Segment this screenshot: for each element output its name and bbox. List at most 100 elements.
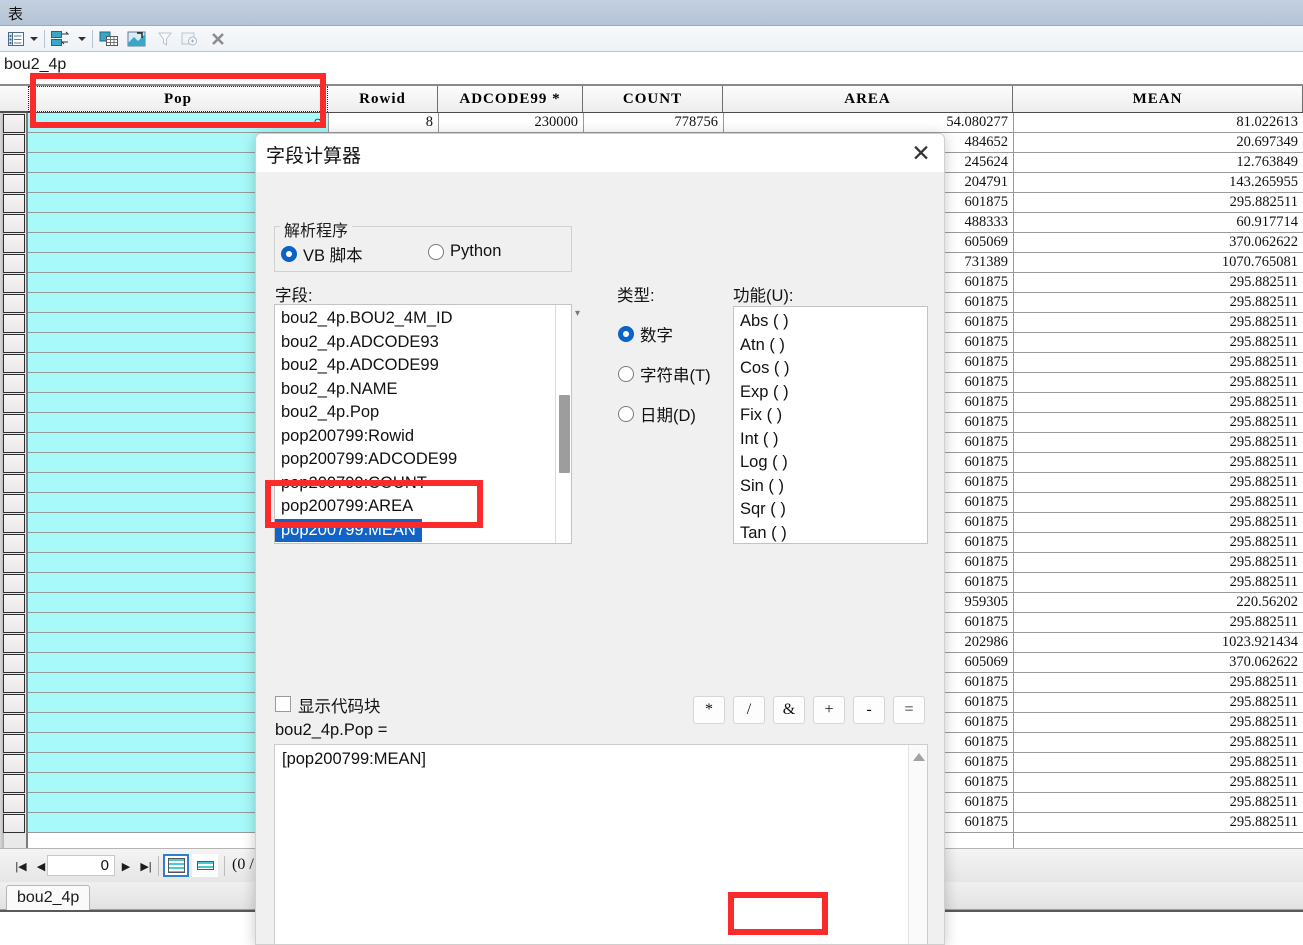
row-selector[interactable] (3, 754, 25, 773)
close-icon[interactable]: ✕ (904, 138, 938, 168)
row-selector[interactable] (3, 154, 25, 173)
table-options-chevron-down-icon[interactable] (30, 37, 38, 41)
field-item[interactable]: bou2_4p.Pop (275, 401, 553, 425)
function-item[interactable]: Log ( ) (734, 451, 927, 475)
field-item[interactable]: pop200799:AREA (275, 495, 553, 519)
table-cell[interactable]: 295.882511 (1013, 753, 1303, 773)
fields-listbox[interactable]: bou2_4p.BOU2_4M_ID bou2_4p.ADCODE93 bou2_4… (274, 304, 572, 544)
radio-type-number[interactable]: 数字 (618, 322, 673, 346)
radio-type-string[interactable]: 字符串(T) (618, 362, 711, 386)
row-selector[interactable] (3, 594, 25, 613)
row-selector[interactable] (3, 574, 25, 593)
table-cell[interactable]: 295.882511 (1013, 453, 1303, 473)
fields-scrollbar-thumb[interactable] (559, 395, 570, 473)
row-selector[interactable] (3, 774, 25, 793)
table-cell[interactable]: 81.022613 (1013, 113, 1303, 133)
select-by-attributes-icon[interactable] (98, 29, 120, 49)
radio-type-date[interactable]: 日期(D) (618, 402, 696, 426)
table-cell[interactable]: 143.265955 (1013, 173, 1303, 193)
row-selector[interactable] (3, 294, 25, 313)
table-cell[interactable]: ∩ (28, 113, 328, 133)
table-cell[interactable]: 295.882511 (1013, 713, 1303, 733)
row-selector[interactable] (3, 454, 25, 473)
table-cell[interactable]: 295.882511 (1013, 493, 1303, 513)
table-cell[interactable]: 295.882511 (1013, 353, 1303, 373)
column-header-mean[interactable]: MEAN (1013, 86, 1303, 112)
fields-scrollbar[interactable] (555, 305, 571, 543)
function-item[interactable]: Cos ( ) (734, 357, 927, 381)
field-item-selected[interactable]: pop200799:MEAN (275, 518, 422, 542)
expression-textarea[interactable]: [pop200799:MEAN] (274, 744, 928, 944)
row-selector[interactable] (3, 674, 25, 693)
table-cell[interactable]: 1070.765081 (1013, 253, 1303, 273)
row-selector[interactable] (3, 414, 25, 433)
row-selector[interactable] (3, 614, 25, 633)
row-selector[interactable] (3, 374, 25, 393)
table-cell[interactable]: 295.882511 (1013, 553, 1303, 573)
row-selector[interactable] (3, 654, 25, 673)
related-tables-icon[interactable] (50, 29, 72, 49)
operator-button-divide[interactable]: / (733, 696, 765, 724)
row-selector[interactable] (3, 194, 25, 213)
radio-python[interactable]: Python (428, 242, 501, 261)
row-selector[interactable] (3, 174, 25, 193)
table-cell[interactable]: 295.882511 (1013, 373, 1303, 393)
row-selector[interactable] (3, 794, 25, 813)
table-cell[interactable]: 12.763849 (1013, 153, 1303, 173)
field-item[interactable]: pop200799:COUNT (275, 472, 553, 496)
tab-bou2-4p[interactable]: bou2_4p (6, 885, 91, 910)
row-selector[interactable] (3, 634, 25, 653)
table-cell[interactable]: 220.56202 (1013, 593, 1303, 613)
field-item[interactable]: pop200799:Rowid (275, 425, 553, 449)
function-item[interactable]: Exp ( ) (734, 381, 927, 405)
field-item[interactable]: bou2_4p.ADCODE93 (275, 331, 553, 355)
row-selector[interactable] (3, 694, 25, 713)
show-selected-records-button[interactable] (192, 854, 218, 877)
column-header-adcode99[interactable]: ADCODE99 * (438, 86, 583, 112)
row-selector[interactable] (3, 714, 25, 733)
table-cell[interactable]: 370.062622 (1013, 233, 1303, 253)
function-item[interactable]: Sin ( ) (734, 475, 927, 499)
row-selector[interactable] (3, 814, 25, 833)
expression-scrollbar[interactable] (908, 745, 927, 944)
table-cell[interactable]: 8 (328, 113, 438, 133)
row-selector[interactable] (3, 534, 25, 553)
table-cell[interactable]: 295.882511 (1013, 473, 1303, 493)
next-record-button[interactable]: ▶ (117, 857, 135, 875)
operator-button-minus[interactable]: - (853, 696, 885, 724)
function-item[interactable]: Atn ( ) (734, 334, 927, 358)
table-cell[interactable]: 295.882511 (1013, 433, 1303, 453)
last-record-button[interactable]: ▶| (137, 857, 155, 875)
table-cell[interactable]: 295.882511 (1013, 313, 1303, 333)
table-cell[interactable]: 295.882511 (1013, 613, 1303, 633)
row-selector[interactable] (3, 234, 25, 253)
row-selector[interactable] (3, 494, 25, 513)
column-header-pop[interactable]: Pop (28, 86, 328, 112)
table-cell[interactable]: 295.882511 (1013, 573, 1303, 593)
table-cell[interactable]: 230000 (438, 113, 583, 133)
table-cell[interactable]: 295.882511 (1013, 513, 1303, 533)
table-cell[interactable]: 295.882511 (1013, 273, 1303, 293)
field-item[interactable]: bou2_4p.BOU2_4M_ID (275, 307, 553, 331)
row-selector[interactable] (3, 394, 25, 413)
table-cell[interactable]: 295.882511 (1013, 413, 1303, 433)
row-selector[interactable] (3, 134, 25, 153)
row-selector[interactable] (3, 474, 25, 493)
table-cell[interactable]: 60.917714 (1013, 213, 1303, 233)
row-selector[interactable] (3, 314, 25, 333)
row-selector[interactable] (3, 354, 25, 373)
table-cell[interactable]: 295.882511 (1013, 793, 1303, 813)
operator-button-multiply[interactable]: * (693, 696, 725, 724)
table-options-icon[interactable] (6, 29, 26, 49)
table-cell[interactable]: 295.882511 (1013, 533, 1303, 553)
row-selector[interactable] (3, 734, 25, 753)
switch-selection-icon[interactable] (126, 29, 148, 49)
function-item[interactable]: Abs ( ) (734, 310, 927, 334)
row-selector[interactable] (3, 514, 25, 533)
table-cell[interactable]: 370.062622 (1013, 653, 1303, 673)
table-cell[interactable]: 295.882511 (1013, 393, 1303, 413)
table-cell[interactable]: 295.882511 (1013, 733, 1303, 753)
table-cell[interactable]: 1023.921434 (1013, 633, 1303, 653)
first-record-button[interactable]: |◀ (12, 857, 30, 875)
table-cell[interactable]: 20.697349 (1013, 133, 1303, 153)
